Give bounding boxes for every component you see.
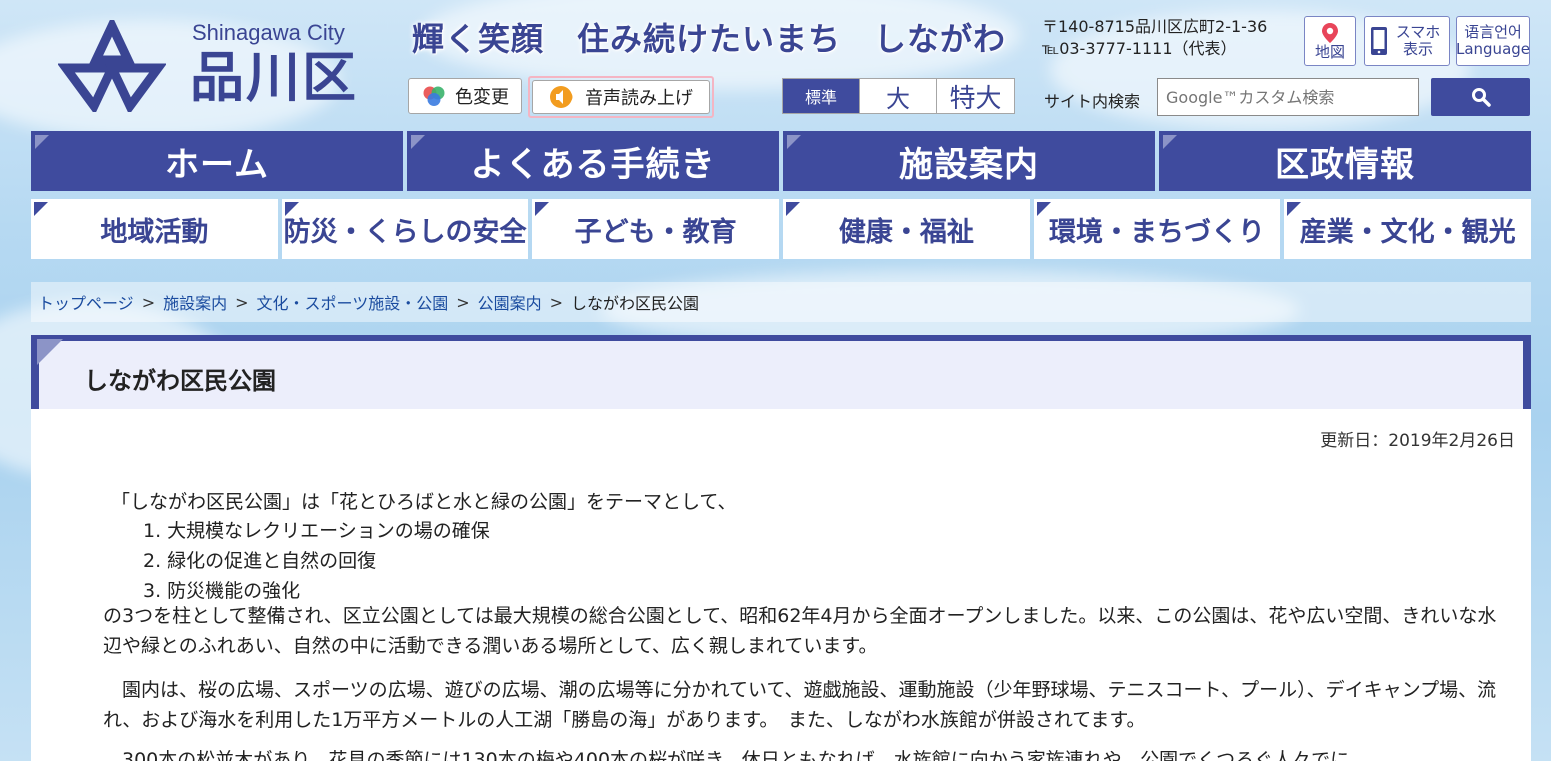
page-title: しながわ区民公園 — [84, 367, 276, 395]
breadcrumb-link-top[interactable]: トップページ — [38, 290, 134, 314]
search-icon — [1471, 88, 1491, 107]
nav-industry[interactable]: 産業・文化・観光 — [1284, 199, 1532, 259]
breadcrumb-separator: > — [549, 292, 564, 312]
nav-children[interactable]: 子ども・教育 — [532, 199, 780, 259]
size-xlarge-button[interactable]: 特大 — [937, 79, 1014, 114]
search-input[interactable] — [1157, 78, 1419, 116]
intro-text: 「しながわ区民公園」は「花とひろばと水と緑の公園」をテーマとして、 — [111, 491, 737, 513]
paragraph-facilities: 園内は、桜の広場、スポーツの広場、遊びの広場、潮の広場等に分かれていて、遊戯施設… — [103, 679, 1497, 731]
nav-procedures[interactable]: よくある手続き — [407, 131, 779, 191]
smartphone-view-button[interactable]: スマホ表示 — [1364, 16, 1450, 66]
page-title-box: しながわ区民公園 — [31, 335, 1531, 409]
breadcrumb: トップページ > 施設案内 > 文化・スポーツ施設・公園 > 公園案内 > しな… — [31, 282, 1531, 322]
list-item: 1. 大規模なレクリエーションの場の確保 — [143, 520, 490, 542]
smartphone-label: スマホ表示 — [1395, 23, 1441, 58]
nav-health[interactable]: 健康・福祉 — [783, 199, 1030, 259]
nav-home[interactable]: ホーム — [31, 131, 403, 191]
address-postal: 〒140-8715品川区広町2-1-36 — [1042, 17, 1268, 36]
speaker-icon — [550, 86, 573, 108]
address-block: 〒140-8715品川区広町2-1-36 ℡03-3777-1111（代表） — [1042, 16, 1267, 60]
main-content: 更新日：2019年2月26日 「しながわ区民公園」は「花とひろばと水と緑の公園」… — [31, 409, 1531, 761]
map-button[interactable]: 地図 — [1304, 16, 1356, 66]
secondary-nav: 地域活動 防災・くらしの安全 子ども・教育 健康・福祉 環境・まちづくり 産業・… — [31, 199, 1532, 259]
paragraph-history: の3つを柱として整備され、区立公園としては最大規模の総合公園として、昭和62年4… — [103, 605, 1497, 657]
address-phone: ℡03-3777-1111（代表） — [1042, 39, 1237, 58]
color-circles-icon — [423, 86, 445, 106]
nav-administration[interactable]: 区政情報 — [1159, 131, 1531, 191]
shinagawa-logo-icon[interactable] — [58, 20, 166, 112]
search-button[interactable] — [1431, 78, 1530, 116]
map-label: 地図 — [1314, 42, 1345, 61]
nav-environment[interactable]: 環境・まちづくり — [1033, 199, 1281, 259]
language-label-en: Language — [1455, 40, 1531, 58]
breadcrumb-link-parks[interactable]: 公園案内 — [478, 290, 542, 314]
size-large-button[interactable]: 大 — [860, 79, 937, 113]
list-item: 2. 緑化の促進と自然の回復 — [143, 550, 377, 572]
nav-facilities[interactable]: 施設案内 — [783, 131, 1155, 191]
nav-community[interactable]: 地域活動 — [31, 199, 278, 259]
city-name-jp[interactable]: 品川区 — [190, 48, 358, 108]
breadcrumb-link-facilities[interactable]: 施設案内 — [163, 290, 227, 314]
search-label: サイト内検索 — [1044, 92, 1141, 111]
pillar-list: 1. 大規模なレクリエーションの場の確保 2. 緑化の促進と自然の回復 3. 防… — [143, 516, 490, 606]
breadcrumb-separator: > — [456, 292, 470, 312]
breadcrumb-separator: > — [235, 292, 249, 312]
size-standard-button[interactable]: 標準 — [783, 79, 860, 113]
color-change-label: 色変更 — [455, 87, 509, 108]
breadcrumb-separator: > — [141, 292, 156, 312]
language-label-cjk: 语言언어 — [1464, 23, 1522, 41]
language-button[interactable]: 语言언어 Language — [1456, 16, 1530, 66]
updated-date: 更新日：2019年2月26日 — [1320, 431, 1515, 451]
paragraph-seasons: 300本の松並木があり、花見の季節には130本の梅や400本の桜が咲き、休日とも… — [103, 749, 1350, 761]
nav-safety[interactable]: 防災・くらしの安全 — [281, 199, 529, 259]
primary-nav: ホーム よくある手続き 施設案内 区政情報 — [31, 131, 1531, 191]
font-size-switcher: 標準 大 特大 — [782, 78, 1015, 114]
city-name-en: Shinagawa City — [192, 20, 345, 45]
voice-read-button[interactable]: 音声読み上げ — [532, 80, 710, 114]
color-change-button[interactable]: 色変更 — [408, 78, 522, 114]
slogan: 輝く笑顔 住み続けたいまち しながわ — [412, 20, 1007, 58]
breadcrumb-link-culture-sports[interactable]: 文化・スポーツ施設・公園 — [257, 290, 449, 314]
breadcrumb-current: しながわ区民公園 — [571, 294, 700, 313]
map-pin-icon — [1322, 22, 1338, 43]
smartphone-icon — [1371, 27, 1387, 55]
voice-read-label: 音声読み上げ — [585, 88, 693, 109]
